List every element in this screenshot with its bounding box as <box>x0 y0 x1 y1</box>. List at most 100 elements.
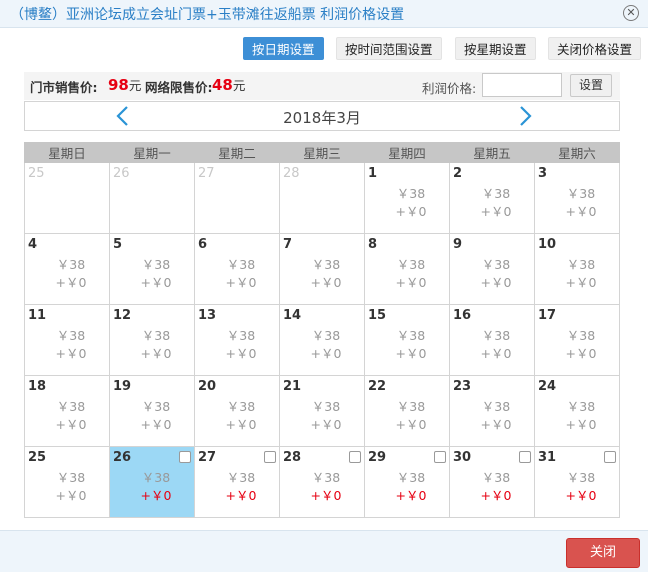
calendar-day-cell[interactable]: 9 ￥38 +￥0 <box>449 233 535 305</box>
mode-by-date-button[interactable]: 按日期设置 <box>243 37 324 60</box>
day-profit: +￥0 <box>225 275 257 290</box>
price-info-bar: 门市销售价: 98元 网络限售价: 48元 利润价格: 设置 <box>24 72 620 100</box>
day-number: 14 <box>283 308 302 323</box>
calendar-day-cell[interactable]: 10 ￥38 +￥0 <box>534 233 620 305</box>
calendar-day-cell[interactable]: 29 ￥38 +￥0 <box>364 446 450 518</box>
day-number: 11 <box>28 308 47 323</box>
day-price: ￥38 <box>481 399 511 414</box>
calendar-day-cell[interactable]: 28 ￥38 +￥0 <box>279 446 365 518</box>
day-number: 18 <box>28 379 47 394</box>
day-profit: +￥0 <box>395 204 427 219</box>
calendar-day-cell[interactable]: 26 ￥38 +￥0 <box>109 446 195 518</box>
calendar-day-cell[interactable]: 4 ￥38 +￥0 <box>24 233 110 305</box>
calendar-day-cell[interactable]: 20 ￥38 +￥0 <box>194 375 280 447</box>
calendar-day-cell[interactable]: 23 ￥38 +￥0 <box>449 375 535 447</box>
day-number: 25 <box>28 166 45 181</box>
net-price-unit: 元 <box>232 78 246 93</box>
day-price: ￥38 <box>481 186 511 201</box>
day-number: 1 <box>368 166 378 181</box>
day-price: ￥38 <box>141 470 171 485</box>
day-number: 16 <box>453 308 472 323</box>
close-circle-icon[interactable]: ✕ <box>623 5 639 21</box>
day-checkbox[interactable] <box>434 451 446 463</box>
day-profit: +￥0 <box>310 346 342 361</box>
calendar-week-row: 25 ￥38 +￥0 26 ￥38 +￥0 27 ￥38 +￥0 28 ￥38 +￥0 29 ￥38 +￥0… <box>24 446 620 518</box>
day-checkbox[interactable] <box>604 451 616 463</box>
day-checkbox[interactable] <box>349 451 361 463</box>
calendar-day-cell[interactable]: 14 ￥38 +￥0 <box>279 304 365 376</box>
day-profit: +￥0 <box>565 488 597 503</box>
day-price: ￥38 <box>56 470 86 485</box>
day-price: ￥38 <box>226 399 256 414</box>
net-price-label: 网络限售价: <box>145 80 213 95</box>
day-profit: +￥0 <box>55 488 87 503</box>
day-number: 2 <box>453 166 463 181</box>
calendar-day-cell[interactable]: 11 ￥38 +￥0 <box>24 304 110 376</box>
day-price: ￥38 <box>481 257 511 272</box>
profit-price-input[interactable] <box>482 73 562 97</box>
calendar-day-cell[interactable]: 17 ￥38 +￥0 <box>534 304 620 376</box>
calendar-day-cell[interactable]: 21 ￥38 +￥0 <box>279 375 365 447</box>
day-checkbox[interactable] <box>179 451 191 463</box>
close-price-setting-button[interactable]: 关闭价格设置 <box>548 37 642 60</box>
day-profit: +￥0 <box>395 488 427 503</box>
calendar-day-cell[interactable]: 12 ￥38 +￥0 <box>109 304 195 376</box>
day-price: ￥38 <box>56 257 86 272</box>
day-price: ￥38 <box>396 186 426 201</box>
day-number: 12 <box>113 308 132 323</box>
day-profit: +￥0 <box>140 417 172 432</box>
calendar-day-cell[interactable]: 3 ￥38 +￥0 <box>534 162 620 234</box>
net-price-value: 48 <box>212 76 233 94</box>
day-checkbox[interactable] <box>264 451 276 463</box>
weekday-header: 星期日 <box>24 142 110 163</box>
day-number: 28 <box>283 450 302 465</box>
mode-by-range-button[interactable]: 按时间范围设置 <box>336 37 442 60</box>
calendar-day-cell[interactable]: 8 ￥38 +￥0 <box>364 233 450 305</box>
weekday-header-row: 星期日 星期一 星期二 星期三 星期四 星期五 星期六 <box>24 142 620 163</box>
calendar-day-cell[interactable]: 27 ￥38 +￥0 <box>194 446 280 518</box>
day-checkbox[interactable] <box>519 451 531 463</box>
calendar-day-cell: 26 <box>109 162 195 234</box>
profit-set-button[interactable]: 设置 <box>570 74 612 97</box>
calendar-day-cell: 25 <box>24 162 110 234</box>
calendar-day-cell[interactable]: 7 ￥38 +￥0 <box>279 233 365 305</box>
weekday-header: 星期二 <box>194 142 280 163</box>
day-price: ￥38 <box>311 399 341 414</box>
day-profit: +￥0 <box>225 346 257 361</box>
profit-price-label: 利润价格: <box>422 81 477 96</box>
day-profit: +￥0 <box>395 275 427 290</box>
calendar-day-cell[interactable]: 25 ￥38 +￥0 <box>24 446 110 518</box>
calendar-day-cell[interactable]: 2 ￥38 +￥0 <box>449 162 535 234</box>
mode-by-week-button[interactable]: 按星期设置 <box>455 37 536 60</box>
dialog-titlebar: （博鳌）亚洲论坛成立会址门票+玉带滩往返船票 利润价格设置 ✕ <box>0 0 648 28</box>
calendar-day-cell[interactable]: 19 ￥38 +￥0 <box>109 375 195 447</box>
calendar-day-cell[interactable]: 6 ￥38 +￥0 <box>194 233 280 305</box>
calendar-day-cell[interactable]: 24 ￥38 +￥0 <box>534 375 620 447</box>
day-price: ￥38 <box>226 470 256 485</box>
calendar-day-cell[interactable]: 16 ￥38 +￥0 <box>449 304 535 376</box>
day-price: ￥38 <box>56 328 86 343</box>
calendar-day-cell[interactable]: 5 ￥38 +￥0 <box>109 233 195 305</box>
calendar-day-cell[interactable]: 15 ￥38 +￥0 <box>364 304 450 376</box>
calendar-day-cell[interactable]: 30 ￥38 +￥0 <box>449 446 535 518</box>
chevron-right-icon[interactable] <box>515 105 535 127</box>
calendar-day-cell[interactable]: 18 ￥38 +￥0 <box>24 375 110 447</box>
calendar-day-cell[interactable]: 1 ￥38 +￥0 <box>364 162 450 234</box>
close-button[interactable]: 关闭 <box>566 538 640 568</box>
calendar-day-cell[interactable]: 13 ￥38 +￥0 <box>194 304 280 376</box>
door-price-label: 门市销售价: <box>30 80 98 95</box>
mode-toolbar: 按日期设置 按时间范围设置 按星期设置 关闭价格设置 <box>0 37 648 61</box>
calendar-day-cell[interactable]: 31 ￥38 +￥0 <box>534 446 620 518</box>
day-profit: +￥0 <box>140 488 172 503</box>
day-number: 17 <box>538 308 557 323</box>
day-profit: +￥0 <box>55 417 87 432</box>
day-profit: +￥0 <box>310 275 342 290</box>
day-number: 15 <box>368 308 387 323</box>
day-profit: +￥0 <box>480 346 512 361</box>
month-navigator: 2018年3月 <box>24 101 620 131</box>
day-number: 24 <box>538 379 557 394</box>
day-profit: +￥0 <box>565 417 597 432</box>
day-price: ￥38 <box>396 399 426 414</box>
weekday-header: 星期六 <box>534 142 620 163</box>
calendar-day-cell[interactable]: 22 ￥38 +￥0 <box>364 375 450 447</box>
